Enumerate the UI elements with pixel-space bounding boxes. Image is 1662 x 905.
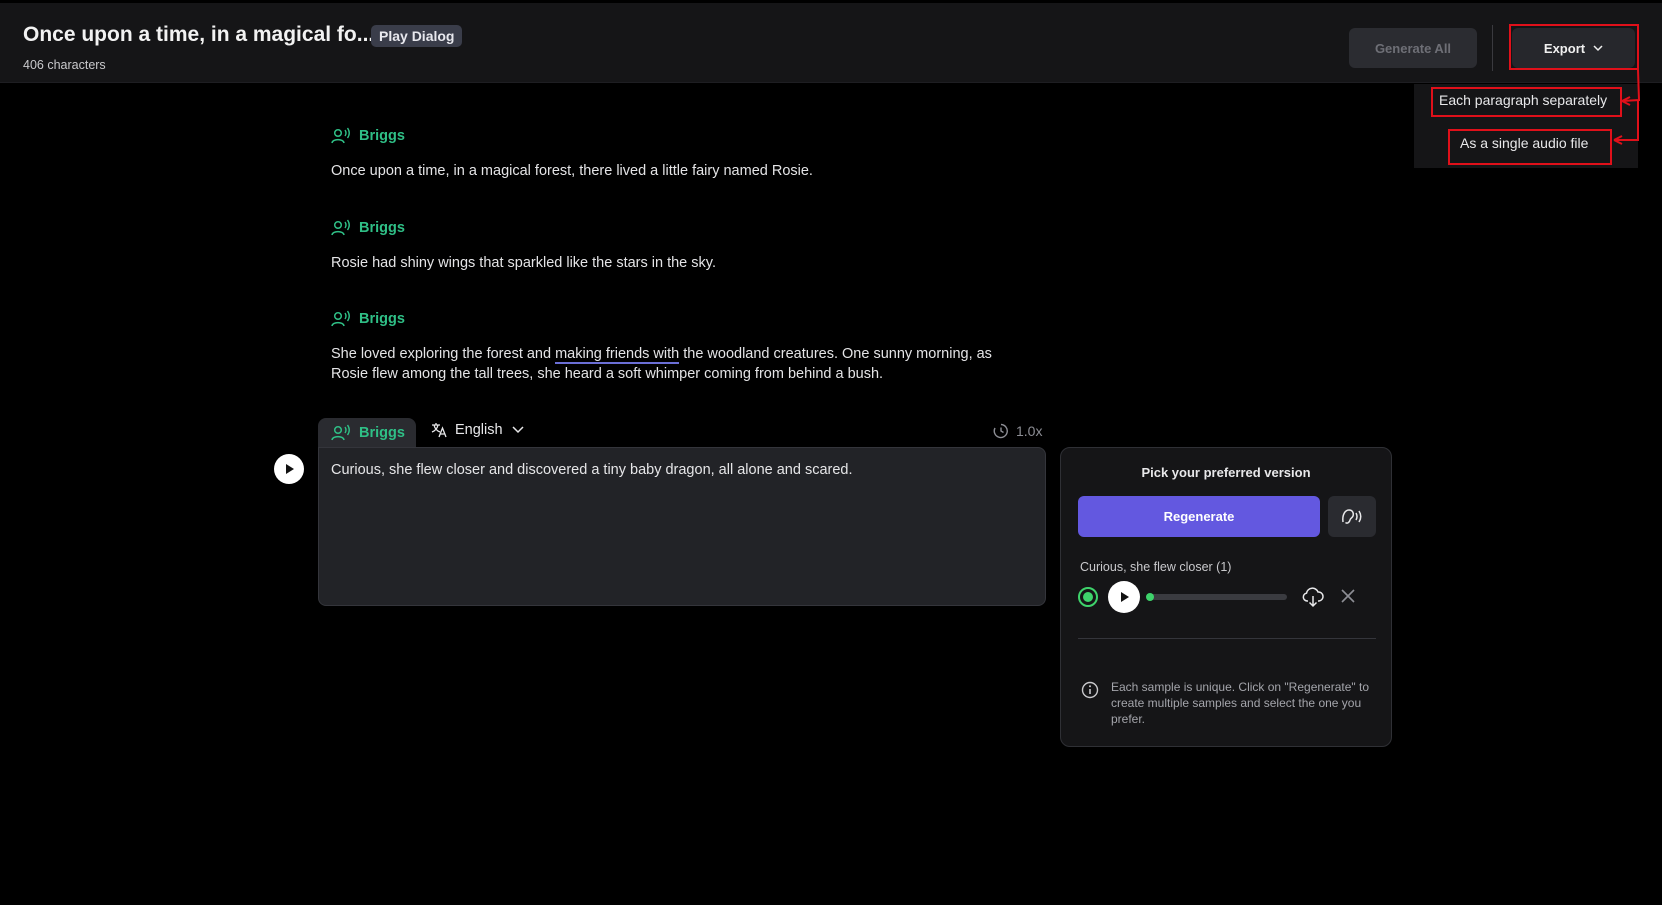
language-label: English bbox=[455, 422, 503, 438]
paragraph-text[interactable]: She loved exploring the forest and makin… bbox=[331, 344, 1031, 384]
paragraph-block: Briggs Once upon a time, in a magical fo… bbox=[331, 127, 1031, 181]
speaker-name: Briggs bbox=[359, 424, 405, 441]
sample-label: Curious, she flew closer (1) bbox=[1080, 560, 1232, 574]
speaker-selector[interactable]: Briggs bbox=[331, 127, 1031, 145]
speaker-voice-icon bbox=[331, 219, 350, 236]
play-icon bbox=[286, 464, 294, 474]
play-sample-button[interactable] bbox=[1108, 581, 1140, 613]
generate-all-button[interactable]: Generate All bbox=[1349, 28, 1477, 68]
close-icon[interactable] bbox=[1340, 588, 1356, 604]
paragraph-text-segment: She loved exploring the forest and bbox=[331, 346, 556, 362]
paragraph-block: Briggs She loved exploring the forest an… bbox=[331, 310, 1031, 384]
progress-knob[interactable] bbox=[1146, 593, 1154, 601]
translate-icon bbox=[431, 423, 447, 438]
header-divider bbox=[1492, 25, 1493, 71]
speaker-name: Briggs bbox=[359, 128, 405, 144]
radio-selected-dot bbox=[1083, 592, 1093, 602]
cloud-download-icon[interactable] bbox=[1301, 585, 1325, 609]
regenerate-button[interactable]: Regenerate bbox=[1078, 496, 1320, 537]
paragraph-editor[interactable]: Curious, she flew closer and discovered … bbox=[318, 447, 1046, 606]
play-icon bbox=[1121, 592, 1129, 602]
paragraph-text[interactable]: Rosie had shiny wings that sparkled like… bbox=[331, 253, 1031, 273]
voice-wave-icon bbox=[1342, 508, 1362, 524]
project-title[interactable]: Once upon a time, in a magical fo... bbox=[23, 23, 374, 47]
speaker-voice-icon bbox=[331, 310, 350, 327]
language-selector[interactable]: English bbox=[431, 422, 525, 438]
annotation-arrow-icon bbox=[1613, 69, 1640, 145]
each-paragraph-highlight-box bbox=[1431, 87, 1622, 117]
paragraph-block: Briggs Rosie had shiny wings that sparkl… bbox=[331, 219, 1031, 273]
speaker-voice-icon bbox=[331, 127, 350, 144]
paragraph-text[interactable]: Once upon a time, in a magical forest, t… bbox=[331, 161, 1031, 181]
speaker-name: Briggs bbox=[359, 220, 405, 236]
chevron-down-icon bbox=[512, 426, 524, 434]
mode-badge: Play Dialog bbox=[371, 25, 463, 47]
active-speaker-tab[interactable]: Briggs bbox=[318, 418, 416, 447]
version-picker-panel: Pick your preferred version Regenerate C… bbox=[1060, 447, 1392, 747]
speed-clock-icon bbox=[993, 423, 1008, 439]
info-icon bbox=[1081, 681, 1099, 699]
speaker-selector[interactable]: Briggs bbox=[331, 219, 1031, 237]
speaker-voice-icon bbox=[331, 424, 350, 440]
info-text: Each sample is unique. Click on "Regener… bbox=[1111, 680, 1369, 726]
single-file-highlight-box bbox=[1448, 129, 1612, 165]
character-count: 406 characters bbox=[23, 58, 106, 72]
sample-progress-bar[interactable] bbox=[1146, 593, 1287, 601]
voice-settings-button[interactable] bbox=[1328, 496, 1376, 537]
speaker-name: Briggs bbox=[359, 311, 405, 327]
top-bar: Once upon a time, in a magical fo... Pla… bbox=[0, 3, 1662, 83]
panel-title: Pick your preferred version bbox=[1141, 465, 1311, 480]
underlined-phrase[interactable]: making friends with bbox=[555, 346, 680, 364]
sample-select-radio[interactable] bbox=[1078, 587, 1098, 607]
panel-divider bbox=[1078, 638, 1376, 639]
play-paragraph-button[interactable] bbox=[274, 454, 304, 484]
speed-value: 1.0x bbox=[1016, 423, 1043, 439]
speed-control[interactable]: 1.0x bbox=[993, 423, 1042, 439]
editor-text[interactable]: Curious, she flew closer and discovered … bbox=[331, 462, 853, 478]
speaker-selector[interactable]: Briggs bbox=[331, 310, 1031, 328]
